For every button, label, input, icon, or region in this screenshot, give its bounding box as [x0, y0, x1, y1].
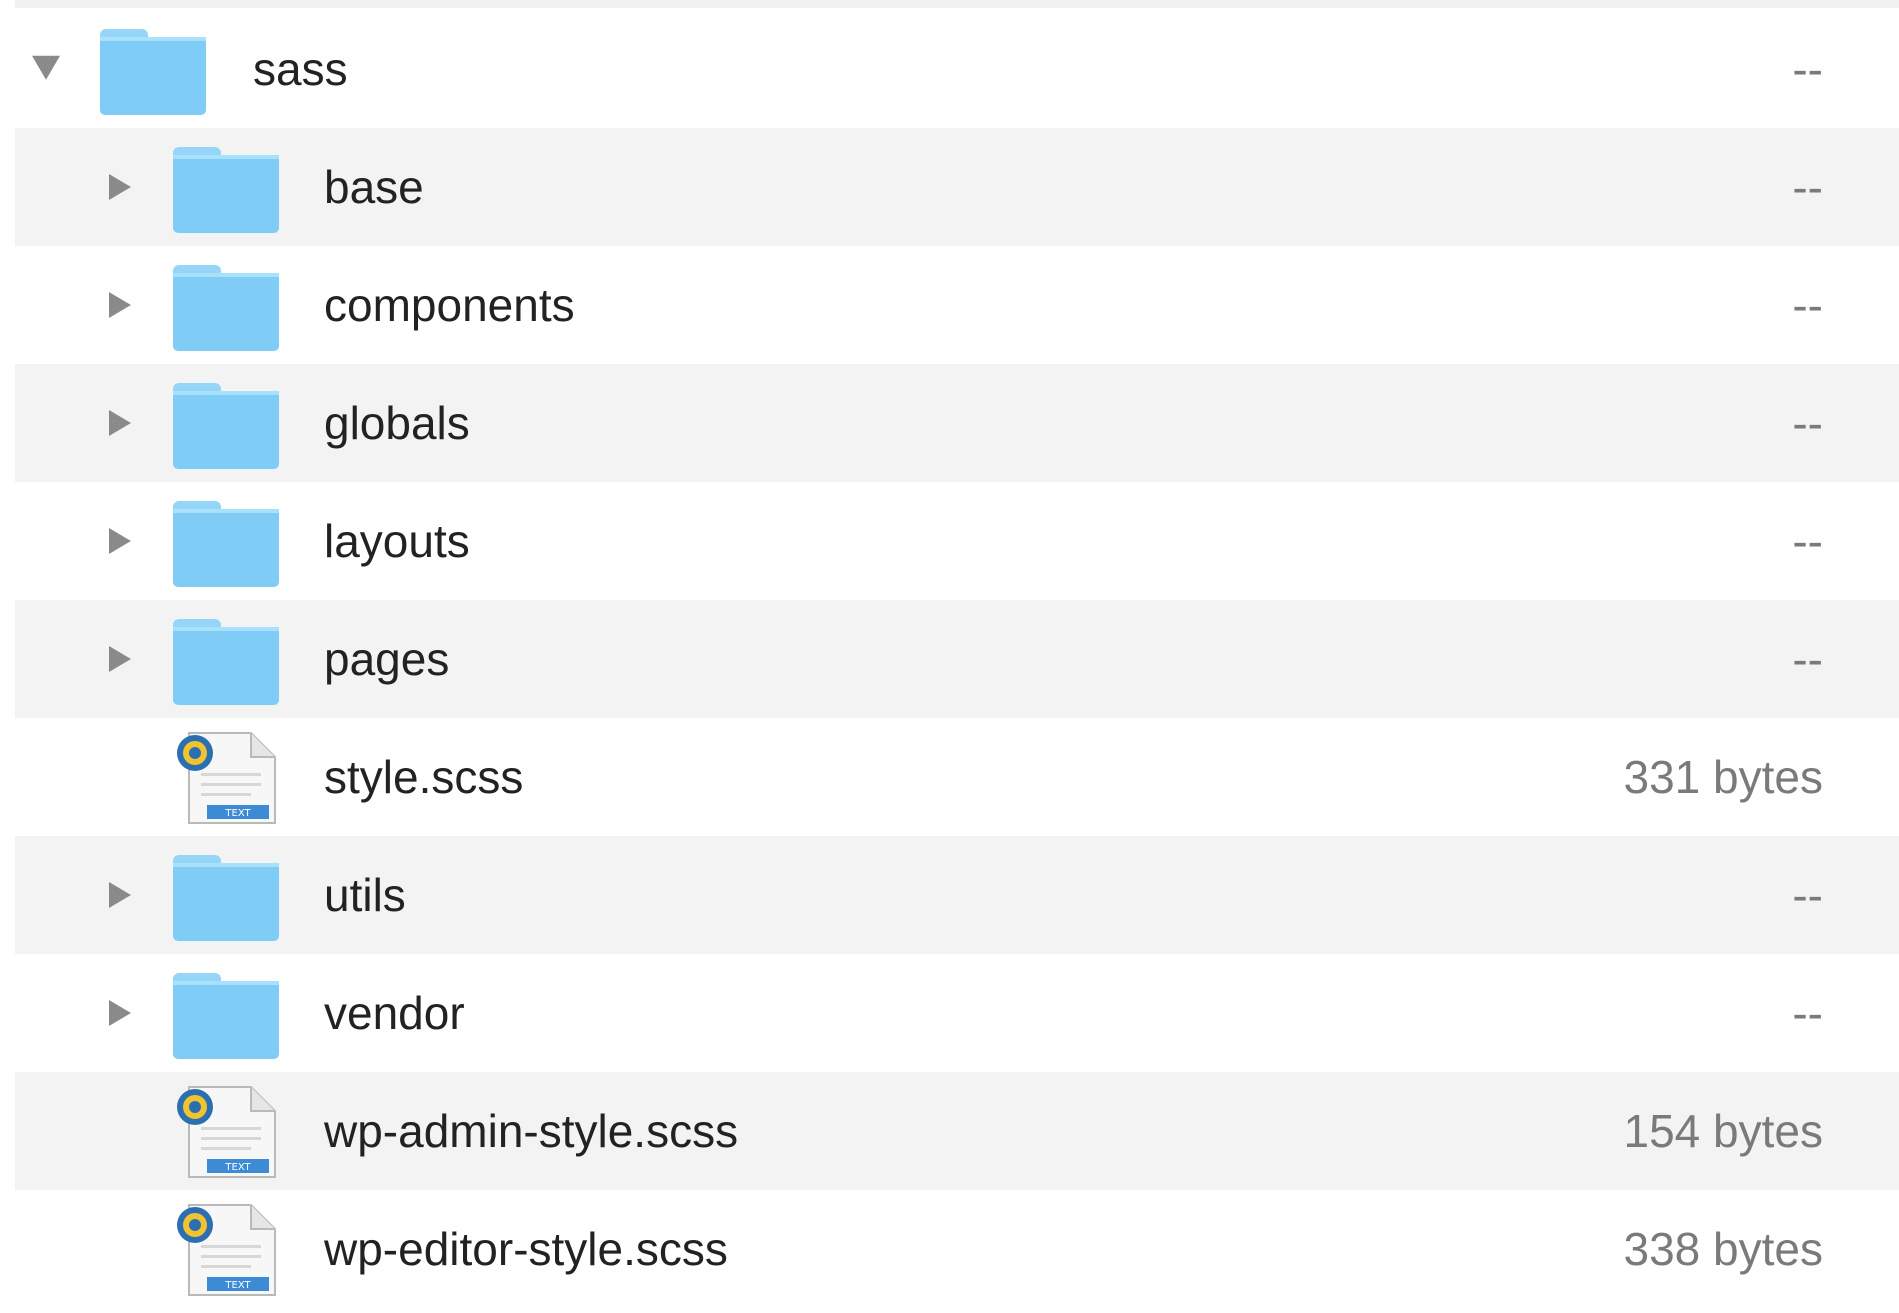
item-size: 338 bytes	[1623, 1223, 1823, 1275]
icon-text-label: TEXT	[224, 808, 251, 819]
disclosure-triangle-icon[interactable]	[109, 410, 131, 436]
disclosure-triangle-icon[interactable]	[109, 292, 131, 318]
list-item-style-scss[interactable]: TEXT style.scss 331 bytes	[15, 718, 1899, 836]
item-size: --	[1792, 43, 1823, 95]
folder-icon	[98, 21, 208, 117]
list-item-layouts[interactable]: layouts --	[15, 482, 1899, 600]
list-item-base[interactable]: base --	[15, 128, 1899, 246]
item-name: pages	[324, 633, 450, 685]
folder-icon	[171, 611, 281, 707]
item-name: style.scss	[324, 751, 524, 803]
item-size: --	[1792, 987, 1823, 1039]
item-name: utils	[324, 869, 406, 921]
item-name: vendor	[324, 987, 465, 1039]
text-document-icon: TEXT	[171, 729, 281, 825]
disclosure-triangle-icon[interactable]	[109, 528, 131, 554]
list-item-components[interactable]: components --	[15, 246, 1899, 364]
folder-icon	[171, 257, 281, 353]
list-item-pages[interactable]: pages --	[15, 600, 1899, 718]
item-name: base	[324, 161, 424, 213]
list-item-utils[interactable]: utils --	[15, 836, 1899, 954]
disclosure-triangle-icon[interactable]	[109, 1000, 131, 1026]
folder-icon	[171, 375, 281, 471]
item-size: --	[1792, 397, 1823, 449]
header-separator	[15, 0, 1899, 8]
disclosure-triangle-icon[interactable]	[109, 174, 131, 200]
item-name: wp-admin-style.scss	[324, 1105, 739, 1157]
list-item-wp-editor-style-scss[interactable]: TEXT wp-editor-style.scss 338 bytes	[15, 1190, 1899, 1308]
icon-text-label: TEXT	[224, 1280, 251, 1291]
file-list: sass -- base -- components -- globals --	[15, 10, 1899, 1308]
item-name: wp-editor-style.scss	[324, 1223, 728, 1275]
item-name: sass	[253, 43, 348, 95]
folder-icon	[171, 847, 281, 943]
icon-text-label: TEXT	[224, 1162, 251, 1173]
disclosure-triangle-icon[interactable]	[109, 646, 131, 672]
text-document-icon: TEXT	[171, 1201, 281, 1297]
list-item-vendor[interactable]: vendor --	[15, 954, 1899, 1072]
disclosure-triangle-expanded-icon[interactable]	[32, 55, 60, 80]
item-name: components	[324, 279, 575, 331]
folder-icon	[171, 965, 281, 1061]
item-name: layouts	[324, 515, 470, 567]
item-size: --	[1792, 869, 1823, 921]
item-size: --	[1792, 161, 1823, 213]
folder-icon	[171, 139, 281, 235]
list-item-wp-admin-style-scss[interactable]: TEXT wp-admin-style.scss 154 bytes	[15, 1072, 1899, 1190]
item-size: --	[1792, 515, 1823, 567]
disclosure-triangle-icon[interactable]	[109, 882, 131, 908]
item-size: 154 bytes	[1623, 1105, 1823, 1157]
item-name: globals	[324, 397, 470, 449]
list-item-globals[interactable]: globals --	[15, 364, 1899, 482]
item-size: --	[1792, 633, 1823, 685]
item-size: --	[1792, 279, 1823, 331]
list-item-sass[interactable]: sass --	[15, 10, 1899, 128]
folder-icon	[171, 493, 281, 589]
text-document-icon: TEXT	[171, 1083, 281, 1179]
item-size: 331 bytes	[1623, 751, 1823, 803]
